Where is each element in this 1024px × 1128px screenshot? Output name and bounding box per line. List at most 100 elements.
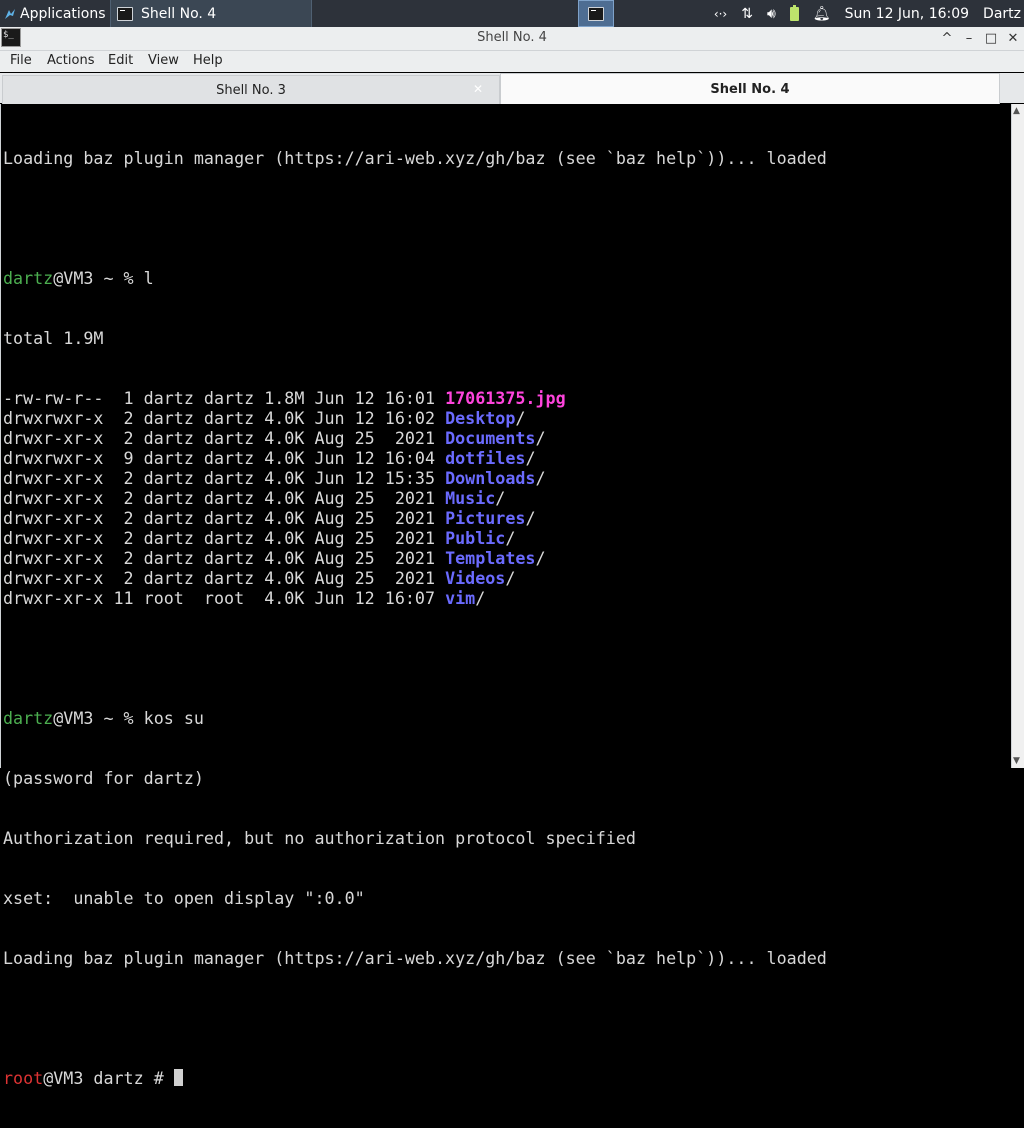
tab-shell-4[interactable]: Shell No. 4: [500, 73, 1000, 105]
listing-suffix: /: [495, 488, 506, 508]
network-arrows-icon[interactable]: ‹·›: [714, 7, 727, 21]
applications-menu-button[interactable]: Applications: [0, 0, 108, 27]
listing-suffix: /: [535, 468, 546, 488]
terminal-line: Loading baz plugin manager (https://ari-…: [3, 948, 827, 968]
terminal-line: total 1.9M: [3, 328, 104, 348]
listing-row: drwxr-xr-x 2 dartz dartz 4.0K Aug 25 202…: [3, 428, 827, 448]
listing-suffix: /: [535, 548, 546, 568]
listing-row: drwxr-xr-x 2 dartz dartz 4.0K Aug 25 202…: [3, 528, 827, 548]
listing-row: drwxr-xr-x 2 dartz dartz 4.0K Aug 25 202…: [3, 508, 827, 528]
menu-bar: File Actions Edit View Help: [0, 51, 1024, 72]
listing-row: drwxrwxr-x 2 dartz dartz 4.0K Jun 12 16:…: [3, 408, 827, 428]
maximize-button[interactable]: □: [980, 31, 1002, 46]
prompt-user: dartz: [3, 268, 54, 288]
menu-edit[interactable]: Edit: [108, 53, 133, 68]
terminal-view[interactable]: Loading baz plugin manager (https://ari-…: [0, 104, 1013, 1088]
listing-directory-name: Documents: [445, 428, 536, 448]
prompt-root-user: root: [3, 1068, 44, 1088]
system-tray: ‹·› ⇅ 🔊︎ 🔔︎ Sun 12 Jun, 16:09 Dartz: [700, 0, 1024, 27]
menu-file[interactable]: File: [10, 53, 32, 68]
terminal-line: (password for dartz): [3, 768, 204, 788]
listing-row: drwxr-xr-x 2 dartz dartz 4.0K Aug 25 202…: [3, 488, 827, 508]
listing-row: drwxr-xr-x 2 dartz dartz 4.0K Aug 25 202…: [3, 568, 827, 588]
terminal-line: xset: unable to open display ":0.0": [3, 888, 365, 908]
minimize-button[interactable]: –: [958, 31, 980, 46]
workspace-switcher[interactable]: [578, 0, 614, 27]
scroll-down-icon[interactable]: ▼: [1013, 756, 1020, 766]
listing-meta: drwxr-xr-x 2 dartz dartz 4.0K Aug 25 202…: [3, 528, 446, 548]
listing-file-name: 17061375.jpg: [445, 388, 566, 408]
terminal-icon: [117, 6, 133, 21]
clock[interactable]: Sun 12 Jun, 16:09: [845, 6, 969, 22]
listing-suffix: /: [525, 448, 536, 468]
prompt-command: @VM3 dartz #: [43, 1068, 174, 1088]
shade-button[interactable]: ^: [936, 31, 958, 46]
terminal-scrollbar[interactable]: ▲ ▼: [1011, 104, 1024, 768]
tab-label: Shell No. 3: [216, 82, 286, 98]
listing-meta: drwxr-xr-x 2 dartz dartz 4.0K Aug 25 202…: [3, 568, 446, 588]
menu-view[interactable]: View: [148, 53, 179, 68]
tab-label: Shell No. 4: [710, 81, 790, 97]
prompt-user: dartz: [3, 708, 54, 728]
user-menu[interactable]: Dartz: [983, 6, 1021, 22]
listing-suffix: /: [505, 528, 516, 548]
terminal-line: Loading baz plugin manager (https://ari-…: [3, 148, 827, 168]
terminal-line: Authorization required, but no authoriza…: [3, 828, 636, 848]
listing-row: drwxrwxr-x 9 dartz dartz 4.0K Jun 12 16:…: [3, 448, 827, 468]
listing-directory-name: vim: [445, 588, 476, 608]
xfce-logo-icon: [5, 8, 15, 19]
tab-shell-3[interactable]: Shell No. 3 ✕: [2, 75, 500, 104]
listing-suffix: /: [535, 428, 546, 448]
listing-meta: drwxrwxr-x 2 dartz dartz 4.0K Jun 12 16:…: [3, 408, 446, 428]
listing-row: -rw-rw-r-- 1 dartz dartz 1.8M Jun 12 16:…: [3, 388, 827, 408]
window-controls: ^ – □ ✕: [936, 27, 1024, 50]
taskbar-item-shell[interactable]: Shell No. 4: [110, 0, 312, 27]
terminal-prompt-line: dartz@VM3 ~ % l: [3, 268, 827, 288]
listing-row: drwxr-xr-x 2 dartz dartz 4.0K Aug 25 202…: [3, 548, 827, 568]
terminal-output: Loading baz plugin manager (https://ari-…: [3, 108, 827, 1128]
window-titlebar[interactable]: Shell No. 4 ^ – □ ✕: [0, 27, 1024, 51]
listing-suffix: /: [525, 508, 536, 528]
listing-directory-name: Public: [445, 528, 506, 548]
listing-meta: drwxr-xr-x 2 dartz dartz 4.0K Aug 25 202…: [3, 428, 446, 448]
listing-directory-name: Music: [445, 488, 496, 508]
listing-directory-name: Downloads: [445, 468, 536, 488]
listing-directory-name: Templates: [445, 548, 536, 568]
listing-meta: -rw-rw-r-- 1 dartz dartz 1.8M Jun 12 16:…: [3, 388, 446, 408]
listing-suffix: /: [475, 588, 486, 608]
menu-help[interactable]: Help: [193, 53, 223, 68]
battery-icon[interactable]: [789, 4, 799, 22]
close-button[interactable]: ✕: [1002, 31, 1024, 46]
taskbar-item-label: Shell No. 4: [141, 5, 217, 22]
tab-close-icon[interactable]: ✕: [473, 82, 483, 96]
prompt-command: @VM3 ~ % l: [53, 268, 154, 288]
notification-bell-icon[interactable]: 🔔︎: [813, 6, 831, 22]
listing-directory-name: Videos: [445, 568, 506, 588]
listing-meta: drwxr-xr-x 2 dartz dartz 4.0K Jun 12 15:…: [3, 468, 446, 488]
listing-directory-name: Pictures: [445, 508, 526, 528]
terminal-prompt-line: dartz@VM3 ~ % kos su: [3, 708, 827, 728]
listing-directory-name: Desktop: [445, 408, 516, 428]
terminal-prompt-line: root@VM3 dartz #: [3, 1068, 827, 1088]
listing-meta: drwxrwxr-x 9 dartz dartz 4.0K Jun 12 16:…: [3, 448, 446, 468]
window-title: Shell No. 4: [477, 30, 547, 45]
transfer-icon[interactable]: ⇅: [741, 6, 753, 22]
menu-actions[interactable]: Actions: [47, 53, 95, 68]
top-panel: Applications Shell No. 4 ‹·› ⇅ 🔊︎ 🔔︎ Sun…: [0, 0, 1024, 27]
listing-row: drwxr-xr-x 11 root root 4.0K Jun 12 16:0…: [3, 588, 827, 608]
terminal-cursor: [173, 1069, 183, 1086]
listing-directory-name: dotfiles: [445, 448, 526, 468]
listing-row: drwxr-xr-x 2 dartz dartz 4.0K Jun 12 15:…: [3, 468, 827, 488]
listing-meta: drwxr-xr-x 2 dartz dartz 4.0K Aug 25 202…: [3, 548, 446, 568]
scroll-up-icon[interactable]: ▲: [1013, 106, 1020, 116]
listing-meta: drwxr-xr-x 2 dartz dartz 4.0K Aug 25 202…: [3, 488, 446, 508]
prompt-command: @VM3 ~ % kos su: [53, 708, 204, 728]
volume-icon[interactable]: 🔊︎: [767, 6, 776, 22]
tab-bar: Shell No. 3 ✕ Shell No. 4: [0, 73, 1024, 105]
listing-meta: drwxr-xr-x 2 dartz dartz 4.0K Aug 25 202…: [3, 508, 446, 528]
terminal-icon: [588, 6, 604, 21]
listing-meta: drwxr-xr-x 11 root root 4.0K Jun 12 16:0…: [3, 588, 446, 608]
